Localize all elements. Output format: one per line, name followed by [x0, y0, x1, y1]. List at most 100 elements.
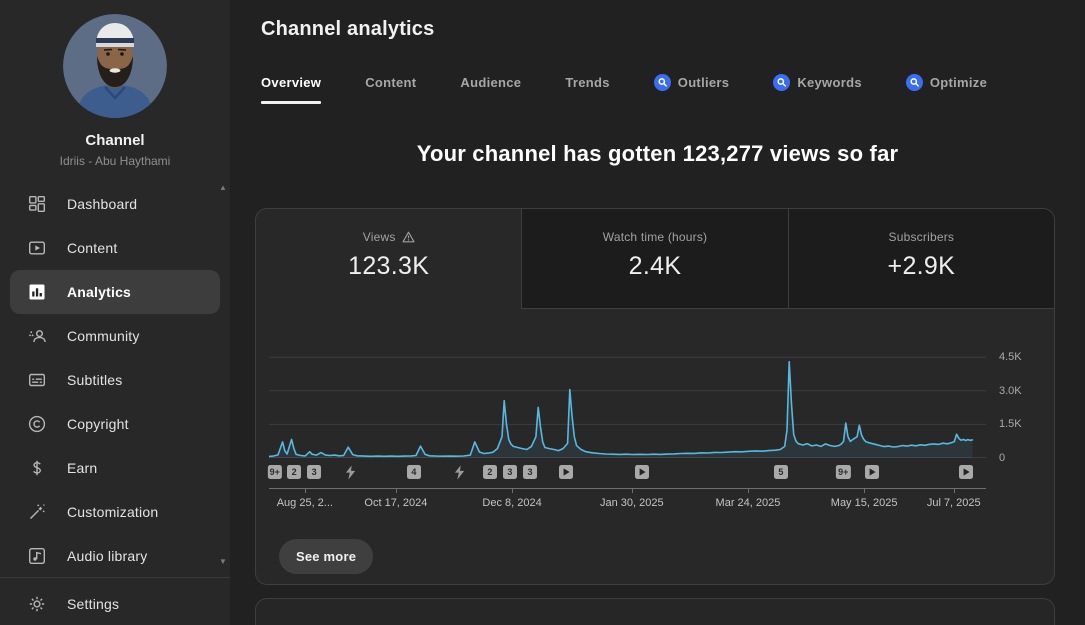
sidebar-item-label: Earn [67, 460, 97, 476]
warning-icon [402, 231, 415, 243]
x-axis-label: Jul 7, 2025 [927, 497, 981, 509]
sidebar-divider [0, 577, 230, 578]
y-axis-label: 4.5K [999, 351, 1022, 363]
analytics-tabs: Overview Content Audience Trends Outlier… [261, 74, 987, 104]
video-marker-badge[interactable]: 2 [483, 465, 497, 479]
see-more-button[interactable]: See more [279, 539, 373, 574]
metric-label: Subscribers [889, 230, 955, 244]
y-axis-label: 1.5K [999, 418, 1022, 430]
views-line-chart[interactable] [269, 346, 986, 458]
x-axis-label: Dec 8, 2024 [482, 497, 541, 509]
tab-overview[interactable]: Overview [261, 74, 321, 104]
video-marker-play[interactable] [635, 465, 649, 479]
metric-label: Watch time (hours) [603, 230, 708, 244]
tab-label: Trends [565, 75, 609, 90]
tab-audience[interactable]: Audience [460, 74, 521, 104]
sidebar-item-subtitles[interactable]: Subtitles [10, 358, 220, 402]
x-axis-tick [305, 489, 306, 493]
research-icon [906, 74, 923, 91]
chart-y-axis-labels: 4.5K3.0K1.5K0 [999, 346, 1049, 458]
views-series-line [269, 362, 972, 457]
sidebar-settings-section: Settings [0, 582, 230, 625]
sidebar-item-label: Audio library [67, 548, 147, 564]
sidebar-item-label: Subtitles [67, 372, 123, 388]
metric-tab-watch-time[interactable]: Watch time (hours) 2.4K [521, 209, 788, 309]
customization-icon [27, 502, 47, 522]
sidebar: Channel Idriis - Abu Haythami ▲ ▼ Dashbo… [0, 0, 230, 625]
views-headline: Your channel has gotten 123,277 views so… [230, 141, 1085, 167]
channel-name: Channel [0, 132, 230, 149]
video-marker-shorts[interactable] [454, 465, 465, 480]
video-marker-badge[interactable]: 3 [503, 465, 517, 479]
sidebar-item-customization[interactable]: Customization [10, 490, 220, 534]
sidebar-item-label: Analytics [67, 284, 131, 300]
tab-label: Overview [261, 75, 321, 90]
avatar-image [63, 14, 167, 118]
metric-tabs-row: Views 123.3K Watch time (hours) 2.4K Sub… [256, 209, 1054, 309]
video-publish-markers: 9+23423359+ [269, 465, 986, 480]
video-marker-play[interactable] [559, 465, 573, 479]
subtitles-icon [27, 370, 47, 390]
x-axis-label: Jan 30, 2025 [600, 497, 664, 509]
metric-tab-views[interactable]: Views 123.3K [256, 209, 521, 309]
video-marker-shorts[interactable] [345, 465, 356, 480]
video-marker-badge[interactable]: 2 [287, 465, 301, 479]
sidebar-item-settings[interactable]: Settings [10, 582, 220, 625]
page-title: Channel analytics [261, 18, 434, 41]
tab-label: Content [365, 75, 416, 90]
tab-content[interactable]: Content [365, 74, 416, 104]
analytics-icon [27, 282, 47, 302]
tab-trends[interactable]: Trends [565, 74, 609, 104]
sidebar-item-label: Content [67, 240, 117, 256]
community-icon [27, 326, 47, 346]
sidebar-item-audio-library[interactable]: Audio library [10, 534, 220, 578]
analytics-summary-card: Views 123.3K Watch time (hours) 2.4K Sub… [255, 208, 1055, 585]
tab-label: Outliers [678, 75, 730, 90]
x-axis-tick [512, 489, 513, 493]
video-marker-badge[interactable]: 3 [307, 465, 321, 479]
sidebar-item-community[interactable]: Community [10, 314, 220, 358]
sidebar-item-dashboard[interactable]: Dashboard [10, 182, 220, 226]
metric-value: 2.4K [522, 252, 787, 281]
research-icon [773, 74, 790, 91]
sidebar-item-label: Copyright [67, 416, 129, 432]
metric-tab-subscribers[interactable]: Subscribers +2.9K [789, 209, 1054, 309]
tab-label: Audience [460, 75, 521, 90]
tab-label: Optimize [930, 75, 987, 90]
chart-x-axis [269, 488, 986, 494]
content-icon [27, 238, 47, 258]
video-marker-play[interactable] [959, 465, 973, 479]
x-axis-tick [954, 489, 955, 493]
y-axis-label: 3.0K [999, 385, 1022, 397]
x-axis-label: Oct 17, 2024 [364, 497, 427, 509]
sidebar-item-content[interactable]: Content [10, 226, 220, 270]
next-card-top-edge [255, 598, 1055, 625]
sidebar-item-label: Customization [67, 504, 158, 520]
sidebar-nav: Dashboard Content Analytics Community [0, 182, 230, 578]
video-marker-badge[interactable]: 4 [407, 465, 421, 479]
sidebar-item-copyright[interactable]: Copyright [10, 402, 220, 446]
y-axis-label: 0 [999, 452, 1005, 464]
earn-icon [27, 458, 47, 478]
chart-x-axis-labels: Aug 25, 2...Oct 17, 2024Dec 8, 2024Jan 3… [269, 497, 986, 511]
metric-value: 123.3K [256, 252, 521, 281]
metric-value: +2.9K [789, 252, 1054, 281]
x-axis-tick [632, 489, 633, 493]
video-marker-badge[interactable]: 5 [774, 465, 788, 479]
x-axis-label: May 15, 2025 [831, 497, 898, 509]
video-marker-badge[interactable]: 9+ [836, 465, 850, 479]
tab-keywords[interactable]: Keywords [773, 74, 862, 104]
tab-optimize[interactable]: Optimize [906, 74, 987, 104]
sidebar-item-analytics[interactable]: Analytics [10, 270, 220, 314]
video-marker-badge[interactable]: 3 [523, 465, 537, 479]
audio-library-icon [27, 546, 47, 566]
video-marker-badge[interactable]: 9+ [268, 465, 282, 479]
sidebar-item-earn[interactable]: Earn [10, 446, 220, 490]
youtube-studio-analytics-screen: Channel Idriis - Abu Haythami ▲ ▼ Dashbo… [0, 0, 1085, 625]
channel-avatar[interactable] [63, 14, 167, 118]
tab-outliers[interactable]: Outliers [654, 74, 730, 104]
main-content: Channel analytics Overview Content Audie… [230, 0, 1085, 625]
research-icon [654, 74, 671, 91]
copyright-icon [27, 414, 47, 434]
video-marker-play[interactable] [865, 465, 879, 479]
